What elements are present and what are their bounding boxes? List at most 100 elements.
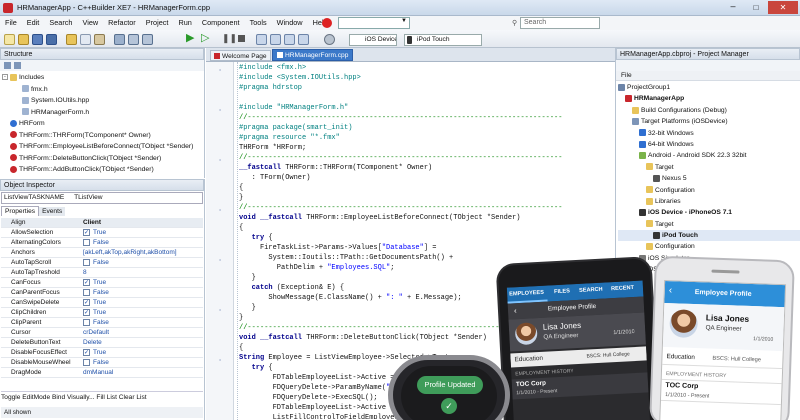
property-value[interactable]: True: [93, 298, 106, 308]
back-icon[interactable]: ‹: [514, 306, 517, 315]
project-tree-item[interactable]: iOS Device - iPhoneOS 7.1: [618, 207, 800, 218]
save-all-icon[interactable]: [46, 34, 57, 45]
property-checkbox[interactable]: ✓: [83, 348, 90, 356]
tree-hrform[interactable]: HRForm: [2, 118, 202, 130]
property-checkbox[interactable]: ✓: [83, 298, 90, 306]
property-value[interactable]: False: [93, 258, 109, 268]
project-tree-item[interactable]: Target: [618, 162, 800, 173]
property-row[interactable]: ClipParent False: [1, 318, 203, 328]
units-icon[interactable]: [128, 34, 139, 45]
tree-method-ctor[interactable]: THRForm::THRForm(TComponent* Owner): [2, 130, 202, 142]
menu-refactor[interactable]: Refactor: [103, 16, 141, 29]
property-value[interactable]: crDefault: [83, 328, 109, 338]
step-over-icon[interactable]: [256, 34, 267, 45]
property-value[interactable]: False: [93, 318, 109, 328]
android-tab-search[interactable]: SEARCH: [579, 287, 603, 294]
trace-into-icon[interactable]: [270, 34, 281, 45]
copy-icon[interactable]: [80, 34, 91, 45]
android-tab-files[interactable]: FILES: [554, 288, 570, 295]
property-row[interactable]: CanSwipeDelete ✓ True: [1, 298, 203, 308]
tree-include-form[interactable]: HRManagerForm.h: [2, 107, 202, 119]
component-selector[interactable]: ListViewTASKNAME TListView: [1, 192, 203, 204]
property-value[interactable]: dmManual: [83, 368, 113, 378]
project-tree-item[interactable]: Target: [618, 219, 800, 230]
property-value[interactable]: Delete: [83, 338, 102, 348]
stop-icon[interactable]: [238, 35, 245, 42]
project-tree-item[interactable]: Configuration: [618, 185, 800, 196]
menu-search[interactable]: Search: [44, 16, 77, 29]
menu-project[interactable]: Project: [141, 16, 174, 29]
tree-include-ioutils[interactable]: System.IOUtils.hpp: [2, 95, 202, 107]
project-tree-item[interactable]: 32-bit Windows: [618, 128, 800, 139]
inspector-footer[interactable]: Toggle EditMode Bind Visually... Fill Li…: [1, 391, 203, 402]
sort-icon[interactable]: [4, 62, 11, 69]
gear-icon[interactable]: [324, 34, 335, 45]
property-row[interactable]: ClipChildren ✓ True: [1, 308, 203, 318]
project-tree-item[interactable]: iPod Touch: [618, 230, 800, 242]
minimize-button[interactable]: –: [722, 1, 744, 14]
trace-to-line-icon[interactable]: [284, 34, 295, 45]
tab-hrmanagerform-cpp[interactable]: HRManagerForm.cpp: [272, 49, 354, 61]
property-value[interactable]: False: [93, 288, 109, 298]
tree-include-fmx[interactable]: fmx.h: [2, 84, 202, 96]
android-tab-recent[interactable]: RECENT: [611, 285, 634, 292]
property-value[interactable]: True: [93, 348, 106, 358]
project-tree-item[interactable]: 64-bit Windows: [618, 139, 800, 150]
property-row[interactable]: DisableFocusEffect ✓ True: [1, 348, 203, 358]
forms-icon[interactable]: [142, 34, 153, 45]
paste-icon[interactable]: [94, 34, 105, 45]
menu-component[interactable]: Component: [197, 16, 245, 29]
property-row[interactable]: DeleteButtonText Delete: [1, 338, 203, 348]
android-history-item[interactable]: TOC Corp 1/1/2010 - Present: [511, 372, 649, 400]
target-select[interactable]: iPod Touch: [404, 34, 482, 46]
tab-welcome-page[interactable]: Welcome Page: [210, 50, 271, 61]
tree-method-beforeconnect[interactable]: THRForm::EmployeeListBeforeConnect(TObje…: [2, 141, 202, 153]
project-tree-item[interactable]: Configuration: [618, 241, 800, 252]
project-tree-item[interactable]: HRManagerApp: [618, 93, 800, 104]
property-value[interactable]: False: [93, 238, 109, 248]
tree-method-add[interactable]: THRForm::AddButtonClick(TObject *Sender): [2, 164, 202, 176]
open-icon[interactable]: [18, 34, 29, 45]
maximize-button[interactable]: □: [745, 1, 767, 14]
property-row[interactable]: DragMode dmManual: [1, 368, 203, 378]
property-checkbox[interactable]: ✓: [83, 278, 90, 286]
project-tree-item[interactable]: Nexus 5: [618, 173, 800, 184]
project-tree-item[interactable]: Build Configurations (Debug): [618, 105, 800, 116]
menu-tools[interactable]: Tools: [245, 16, 272, 29]
project-tree-item[interactable]: Android - Android SDK 22.3 32bit: [618, 150, 800, 161]
property-row[interactable]: Cursor crDefault: [1, 328, 203, 338]
property-row[interactable]: AutoTapTreshold 8: [1, 268, 203, 278]
pause-icon[interactable]: ❚❚: [222, 33, 237, 44]
property-value[interactable]: True: [93, 278, 106, 288]
open-project-icon[interactable]: [66, 34, 77, 45]
toggle-icon[interactable]: [114, 34, 125, 45]
filter-icon[interactable]: [14, 62, 21, 69]
save-icon[interactable]: [32, 34, 43, 45]
project-tree-item[interactable]: Libraries: [618, 196, 800, 207]
search-input[interactable]: Search: [520, 17, 600, 29]
property-row[interactable]: Anchors [akLeft,akTop,akRight,akBottom]: [1, 248, 203, 258]
property-checkbox[interactable]: [83, 358, 90, 366]
project-tree-item[interactable]: Target Platforms (iOSDevice): [618, 116, 800, 127]
run-until-return-icon[interactable]: [298, 34, 309, 45]
ios-history-item[interactable]: TOC Corp 1/1/2010 - Present: [660, 378, 784, 406]
property-value[interactable]: True: [93, 308, 106, 318]
property-row[interactable]: AlternatingColors False: [1, 238, 203, 248]
run-icon[interactable]: ▶: [186, 33, 194, 44]
property-checkbox[interactable]: [83, 288, 90, 296]
project-tree-item[interactable]: ProjectGroup1: [618, 82, 800, 93]
new-icon[interactable]: [4, 34, 15, 45]
menu-file[interactable]: File: [0, 16, 22, 29]
property-value[interactable]: [akLeft,akTop,akRight,akBottom]: [83, 248, 177, 258]
run-without-debug-icon[interactable]: ▷: [201, 33, 209, 44]
property-row[interactable]: AutoTapScroll False: [1, 258, 203, 268]
property-checkbox[interactable]: ✓: [83, 228, 90, 236]
menu-window[interactable]: Window: [272, 16, 308, 29]
property-row[interactable]: AllowSelection ✓ True: [1, 228, 203, 238]
tab-properties[interactable]: Properties: [1, 206, 40, 216]
device-select[interactable]: iOS Device: [349, 34, 397, 46]
menu-run[interactable]: Run: [173, 16, 196, 29]
layout-select[interactable]: Default Layout: [338, 17, 410, 29]
property-row[interactable]: DisableMouseWheel False: [1, 358, 203, 368]
property-value[interactable]: False: [93, 358, 109, 368]
